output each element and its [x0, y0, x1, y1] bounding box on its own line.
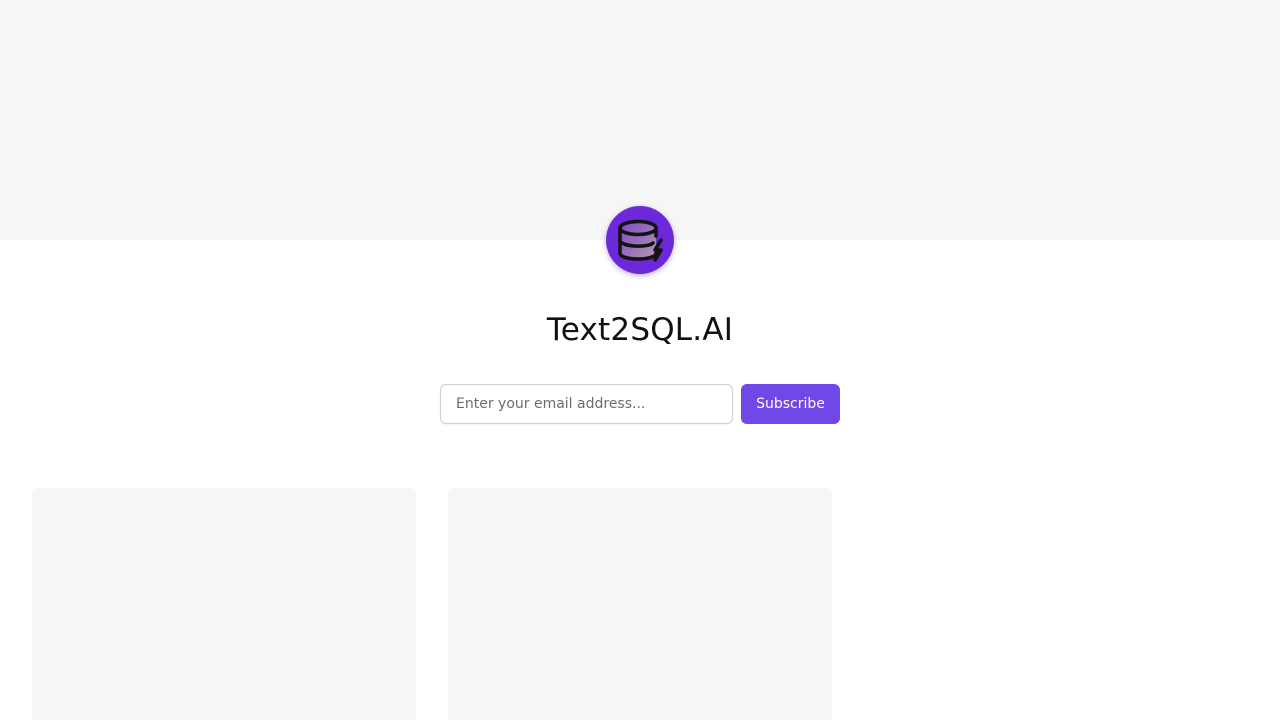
subscribe-button[interactable]: Subscribe — [741, 384, 840, 424]
post-card[interactable] — [448, 488, 832, 720]
email-field[interactable] — [440, 384, 733, 424]
publication-logo[interactable] — [606, 206, 674, 274]
publication-home: Text2SQL.AI Subscribe — [0, 0, 1280, 720]
cover-image — [0, 0, 1280, 240]
post-card[interactable] — [32, 488, 416, 720]
database-bolt-icon — [618, 219, 663, 262]
publication-title: Text2SQL.AI — [546, 312, 734, 348]
subscribe-form: Subscribe — [440, 384, 840, 424]
